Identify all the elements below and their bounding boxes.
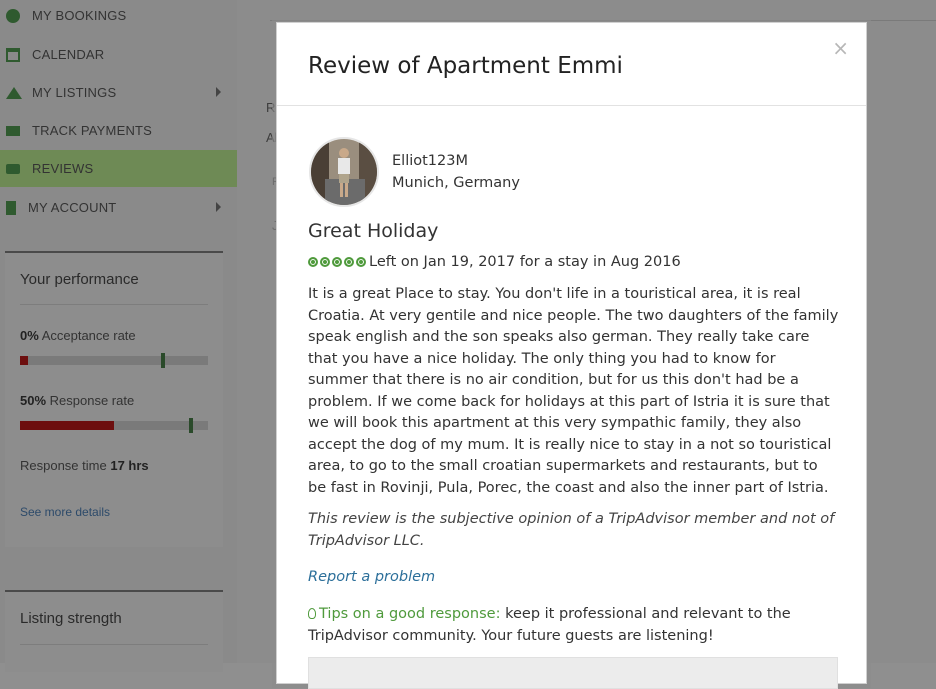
lightbulb-icon <box>308 608 316 619</box>
content-divider <box>270 20 936 21</box>
sidebar-item-label: MY LISTINGS <box>32 85 117 100</box>
report-problem-link[interactable]: Report a problem <box>308 569 435 585</box>
response-rate-text: Response rate <box>49 393 135 408</box>
calendar-icon <box>6 47 20 62</box>
response-tips: Tips on a good response: keep it profess… <box>308 604 840 647</box>
performance-panel: Your performance 0% Acceptance rate 50% … <box>5 251 223 547</box>
listing-strength-panel: Listing strength <box>5 590 223 672</box>
response-time-value: 17 hrs <box>110 458 149 473</box>
sidebar-item-label: MY ACCOUNT <box>28 200 117 215</box>
sidebar-item-label: TRACK PAYMENTS <box>32 123 153 138</box>
response-time-label: Response time <box>20 458 107 473</box>
review-date: Left on Jan 19, 2017 for a stay in Aug 2… <box>369 254 681 270</box>
tips-heading: Tips on a good response: <box>308 606 500 622</box>
review-modal: Review of Apartment Emmi × Elliot123M Mu… <box>276 22 867 689</box>
payment-card-icon <box>6 125 20 136</box>
divider <box>20 644 208 645</box>
acceptance-rate-value: 0% <box>20 328 39 343</box>
rating-bubble <box>356 257 366 267</box>
acceptance-rate-label: 0% Acceptance rate <box>20 328 136 343</box>
sidebar-item-track-payments[interactable]: TRACK PAYMENTS <box>0 112 237 149</box>
modal-header: Review of Apartment Emmi × <box>277 23 866 106</box>
response-rate-value: 50% <box>20 393 47 408</box>
response-rate-fill <box>20 421 114 430</box>
tips-heading-text: Tips on a good response: <box>319 606 501 622</box>
rating-bubble <box>308 257 318 267</box>
performance-title: Your performance <box>20 271 139 288</box>
listing-strength-title: Listing strength <box>20 610 122 627</box>
acceptance-rate-bar <box>20 353 208 368</box>
chevron-right-icon <box>216 87 221 97</box>
divider <box>20 304 208 305</box>
rating-bubble <box>344 257 354 267</box>
chat-bubble-icon <box>6 163 20 174</box>
review-disclaimer: This review is the subjective opinion of… <box>308 511 835 549</box>
target-marker <box>161 353 165 368</box>
sidebar-item-reviews[interactable]: REVIEWS <box>0 150 237 187</box>
sidebar-item-label: CALENDAR <box>32 47 105 62</box>
reviewer-photo <box>311 139 377 205</box>
reviewer-location: Munich, Germany <box>392 175 520 191</box>
sidebar-item-calendar[interactable]: CALENDAR <box>0 36 237 73</box>
bubble-rating <box>308 257 366 267</box>
sidebar-item-label: MY BOOKINGS <box>32 8 127 23</box>
sidebar-item-my-account[interactable]: MY ACCOUNT <box>0 189 237 226</box>
sidebar: MY BOOKINGS CALENDAR MY LISTINGS TRACK P… <box>0 0 237 672</box>
reviewer-name: Elliot123M <box>392 153 468 169</box>
sidebar-item-label: REVIEWS <box>32 161 94 176</box>
target-marker <box>189 418 193 433</box>
home-icon <box>6 86 22 99</box>
avatar <box>309 137 379 207</box>
response-rate-bar <box>20 418 208 433</box>
acceptance-rate-text: Acceptance rate <box>41 328 136 343</box>
rating-bubble <box>320 257 330 267</box>
rating-bubble <box>332 257 342 267</box>
modal-title: Review of Apartment Emmi <box>308 53 623 79</box>
review-title: Great Holiday <box>308 220 439 242</box>
chevron-right-icon <box>216 202 221 212</box>
review-body: It is a great Place to stay. You don't l… <box>308 286 839 496</box>
response-time: Response time 17 hrs <box>20 458 149 473</box>
sidebar-item-my-bookings[interactable]: MY BOOKINGS <box>0 0 237 34</box>
clock-icon <box>6 8 20 23</box>
response-textarea[interactable] <box>308 657 838 689</box>
account-icon <box>6 200 16 215</box>
response-rate-label: 50% Response rate <box>20 393 134 408</box>
close-icon[interactable]: × <box>832 38 849 58</box>
see-more-details-link[interactable]: See more details <box>20 505 110 519</box>
sidebar-item-my-listings[interactable]: MY LISTINGS <box>0 74 237 111</box>
acceptance-rate-fill <box>20 356 28 365</box>
